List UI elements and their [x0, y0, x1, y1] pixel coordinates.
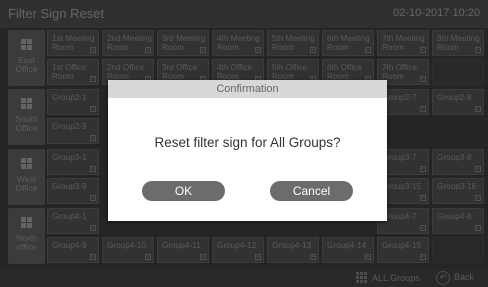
cancel-button[interactable]: Cancel	[270, 181, 353, 201]
ok-button[interactable]: OK	[142, 181, 225, 201]
dialog-message: Reset filter sign for All Groups?	[154, 135, 341, 150]
dialog-title: Confirmation	[108, 80, 387, 98]
confirmation-dialog: Confirmation Reset filter sign for All G…	[108, 80, 387, 221]
